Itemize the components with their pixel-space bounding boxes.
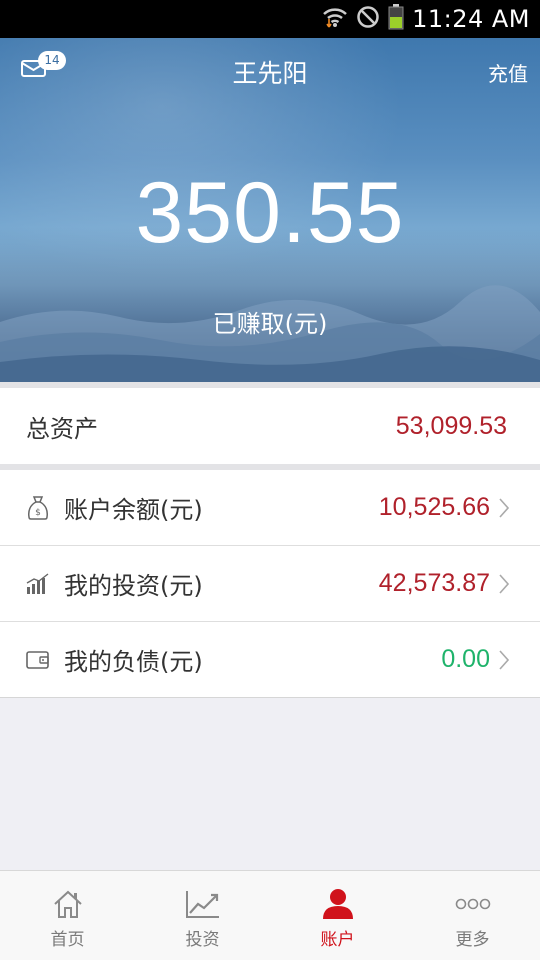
nav-item-account[interactable]: 账户: [270, 871, 405, 960]
svg-text:$: $: [35, 508, 41, 518]
status-bar: 11:24 AM: [0, 0, 540, 38]
wifi-icon: [322, 5, 348, 33]
balance-label: 账户余额(元): [64, 496, 203, 524]
battery-icon: [388, 4, 404, 34]
total-assets-row: 总资产 53,099.53: [0, 388, 540, 464]
no-disturb-icon: [356, 5, 380, 33]
more-icon: [455, 887, 491, 921]
nav-item-home[interactable]: 首页: [0, 871, 135, 960]
bottom-nav: 首页 投资 账户 更多: [0, 870, 540, 960]
balance-value: 10,525.66: [378, 493, 490, 521]
total-assets-label: 总资产: [26, 414, 98, 443]
total-assets-value: 53,099.53: [395, 411, 507, 440]
money-bag-icon: $: [26, 495, 50, 521]
investment-label: 我的投资(元): [64, 572, 203, 600]
chevron-right-icon: [498, 649, 510, 671]
liabilities-label: 我的负债(元): [64, 648, 203, 676]
hero-header: 王先阳: [0, 38, 540, 106]
chevron-right-icon: [498, 497, 510, 519]
earnings-hero: 王先阳 14 充值 350.55 已赚取(元): [0, 38, 540, 382]
user-icon: [322, 887, 354, 921]
earned-label: 已赚取(元): [212, 310, 328, 338]
nav-label-invest: 投资: [185, 930, 220, 950]
list-item-liabilities[interactable]: 我的负债(元) 0.00: [0, 622, 540, 698]
nav-item-invest[interactable]: 投资: [135, 871, 270, 960]
recharge-button[interactable]: 充值: [488, 58, 528, 87]
liabilities-value: 0.00: [441, 645, 490, 673]
bar-chart-icon: [26, 571, 50, 597]
nav-label-home: 首页: [50, 930, 85, 950]
page-title: 王先阳: [232, 59, 308, 88]
wallet-icon: [26, 647, 50, 673]
account-list: $ 账户余额(元) 10,525.66 我的投资(元) 42,573.87 我的…: [0, 470, 540, 698]
investment-value: 42,573.87: [378, 569, 490, 597]
list-item-investment[interactable]: 我的投资(元) 42,573.87: [0, 546, 540, 622]
list-item-balance[interactable]: $ 账户余额(元) 10,525.66: [0, 470, 540, 546]
trend-chart-icon: [185, 887, 221, 921]
earned-amount: 350.55: [135, 165, 405, 261]
chevron-right-icon: [498, 573, 510, 595]
status-time: 11:24 AM: [412, 5, 530, 33]
nav-item-more[interactable]: 更多: [405, 871, 540, 960]
home-icon: [52, 887, 84, 921]
nav-label-account: 账户: [320, 930, 355, 950]
nav-label-more: 更多: [455, 930, 490, 950]
mail-badge: 14: [38, 51, 66, 70]
